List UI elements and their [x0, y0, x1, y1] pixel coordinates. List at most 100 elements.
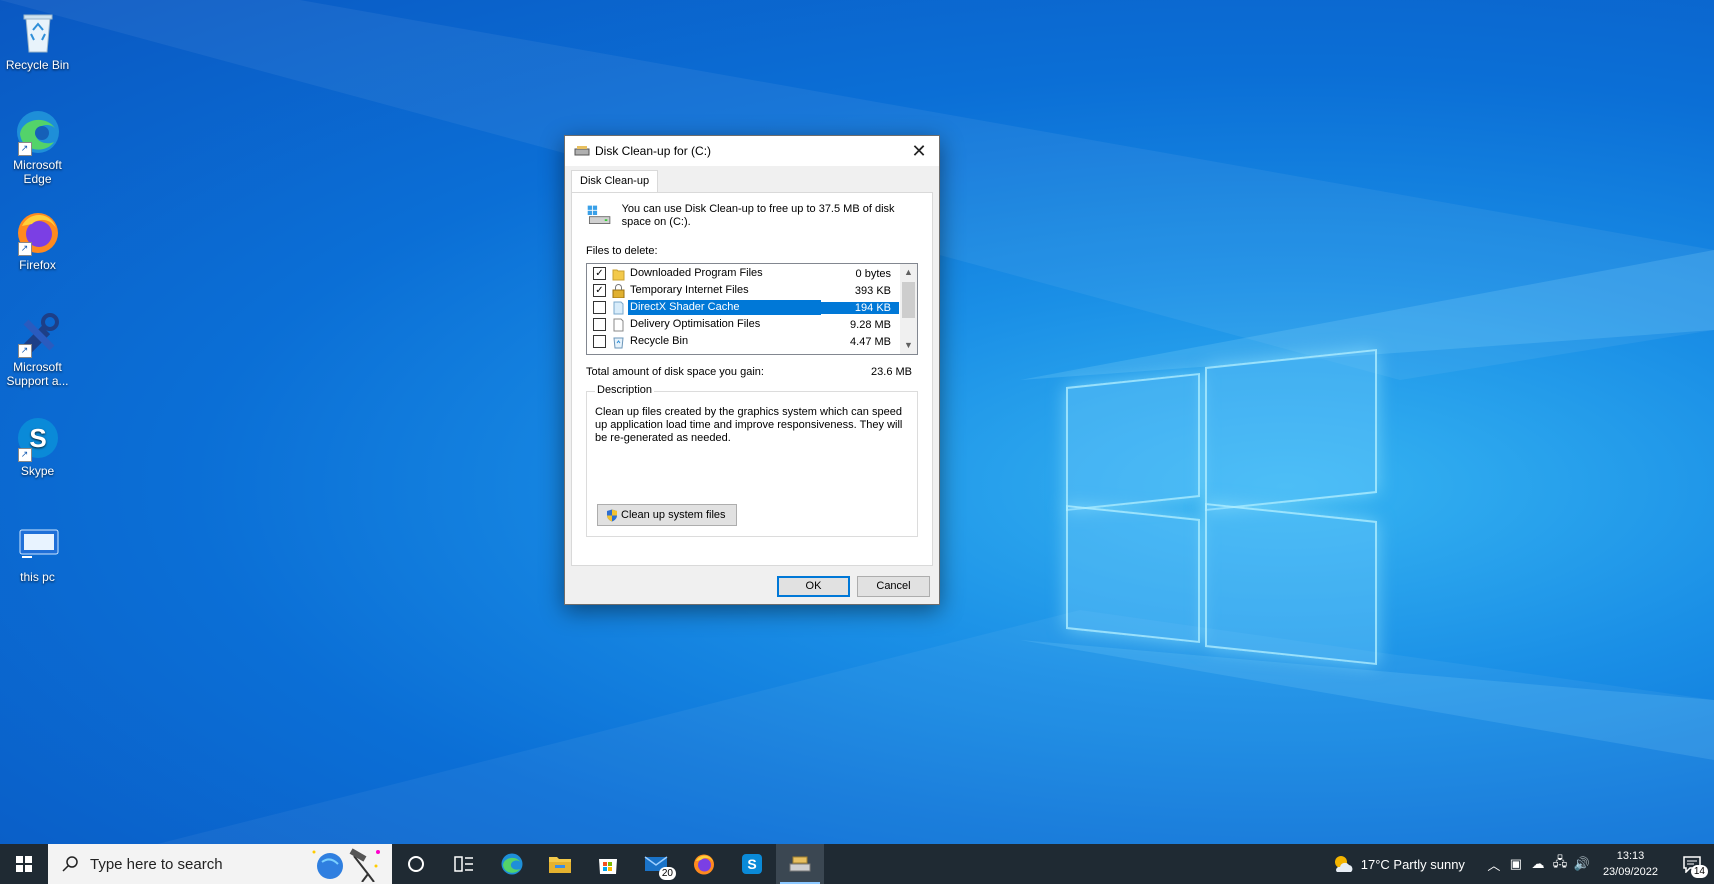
checkbox-checked[interactable]: ✓	[593, 284, 606, 297]
search-icon	[62, 856, 78, 872]
taskbar-file-explorer[interactable]	[536, 844, 584, 884]
scroll-up-icon[interactable]: ▲	[900, 264, 917, 281]
shortcut-arrow-icon: ↗	[17, 448, 32, 462]
checkbox-checked[interactable]: ✓	[593, 267, 606, 280]
shortcut-arrow-icon: ↗	[17, 142, 32, 156]
mail-badge: 20	[658, 867, 676, 880]
file-icon	[613, 301, 624, 314]
taskbar-microsoft-store[interactable]	[584, 844, 632, 884]
file-size: 9.28 MB	[850, 318, 891, 331]
show-hidden-icons-button[interactable]: ︿	[1483, 855, 1505, 874]
clock[interactable]: 13:13 23/09/2022	[1603, 848, 1658, 880]
clock-date: 23/09/2022	[1602, 866, 1658, 878]
file-name: Recycle Bin	[630, 335, 689, 347]
taskbar-edge[interactable]	[488, 844, 536, 884]
desktop-icon-label: Skype	[20, 464, 55, 478]
search-placeholder: Type here to search	[90, 855, 223, 873]
task-view-icon	[454, 856, 473, 872]
file-name: Downloaded Program Files	[630, 267, 763, 279]
drive-cleanup-icon	[587, 205, 611, 224]
disk-cleanup-icon	[574, 146, 590, 156]
volume-icon[interactable]: 🔊	[1571, 856, 1593, 872]
start-button[interactable]	[0, 844, 48, 884]
folder-icon	[612, 269, 625, 280]
desktop-icon-this-pc[interactable]: this pc	[0, 520, 75, 584]
files-list[interactable]: ✓ Downloaded Program Files 0 bytes ✓ Tem…	[586, 263, 918, 355]
desktop-icon-firefox[interactable]: ↗ Firefox	[0, 208, 75, 272]
file-size: 194 KB	[821, 301, 899, 314]
network-icon[interactable]: 🖧	[1549, 853, 1571, 875]
taskbar-search-box[interactable]: Type here to search	[48, 844, 392, 884]
recycle-bin-icon	[23, 14, 52, 53]
desktop-icon-edge[interactable]: ↗ Microsoft Edge	[0, 108, 75, 186]
folder-icon	[549, 857, 571, 873]
meet-now-icon[interactable]: ▣	[1505, 856, 1527, 872]
checkbox-unchecked[interactable]	[593, 318, 606, 331]
shortcut-arrow-icon: ↗	[17, 242, 32, 256]
task-view-button[interactable]	[440, 844, 488, 884]
desktop-icon-recycle-bin[interactable]: Recycle Bin	[0, 8, 75, 72]
firefox-icon	[694, 854, 714, 875]
file-name: Temporary Internet Files	[630, 284, 749, 296]
list-item-selected[interactable]: DirectX Shader Cache 194 KB	[587, 299, 899, 316]
dialog-titlebar[interactable]: Disk Clean-up for (C:) ✕	[565, 136, 939, 166]
tab-disk-cleanup[interactable]: Disk Clean-up	[571, 170, 659, 192]
list-item[interactable]: ✓ Downloaded Program Files 0 bytes	[587, 265, 899, 282]
tab-panel: You can use Disk Clean-up to free up to …	[571, 192, 933, 566]
clean-up-system-files-label: Clean up system files	[621, 509, 726, 521]
taskbar-firefox[interactable]	[680, 844, 728, 884]
scroll-down-icon[interactable]: ▼	[900, 337, 917, 354]
system-tray: 17°C Partly sunny ︿ ▣ ☁ 🖧 🔊 13:13 23/09/…	[1331, 844, 1714, 884]
file-name: DirectX Shader Cache	[627, 299, 822, 316]
total-space-row: Total amount of disk space you gain: 23.…	[586, 366, 916, 378]
description-group: Description Clean up files created by th…	[586, 384, 918, 537]
checkbox-unchecked[interactable]	[593, 335, 606, 348]
notifications-badge: 14	[1690, 865, 1708, 878]
close-button[interactable]: ✕	[899, 136, 939, 166]
file-size: 0 bytes	[855, 267, 891, 280]
weather-text: 17°C Partly sunny	[1360, 856, 1465, 872]
list-item[interactable]: ✓ Temporary Internet Files 393 KB	[587, 282, 899, 299]
recycle-bin-icon	[613, 337, 624, 348]
desktop-icon-microsoft-support[interactable]: ↗ Microsoft Support a...	[0, 310, 75, 388]
shortcut-arrow-icon: ↗	[17, 344, 32, 358]
desktop-icon-label: Firefox	[19, 258, 56, 272]
disk-cleanup-dialog: Disk Clean-up for (C:) ✕ Disk Clean-up Y…	[564, 135, 940, 605]
store-icon	[599, 859, 617, 874]
total-value: 23.6 MB	[871, 366, 912, 378]
taskbar: Type here to search 20 S 17°C Partly sun…	[0, 844, 1714, 884]
ok-button[interactable]: OK	[777, 576, 850, 597]
close-icon: ✕	[911, 140, 927, 161]
checkbox-unchecked[interactable]	[593, 301, 606, 314]
cortana-button[interactable]	[392, 844, 440, 884]
chevron-up-icon: ︿	[1487, 857, 1501, 873]
svg-text:S: S	[747, 856, 756, 872]
desktop-icon-label: Recycle Bin	[5, 58, 70, 72]
windows-icon	[16, 856, 32, 872]
desktop-icon-label: Microsoft Edge	[13, 158, 62, 186]
list-item[interactable]: Delivery Optimisation Files 9.28 MB	[587, 316, 899, 333]
clean-up-system-files-button[interactable]: Clean up system files	[597, 504, 737, 526]
skype-icon: S	[742, 854, 762, 874]
desktop-icon-label: Microsoft Support a...	[6, 360, 69, 388]
desktop-icon-label: this pc	[20, 570, 55, 584]
weather-widget[interactable]: 17°C Partly sunny	[1331, 854, 1465, 874]
onedrive-icon[interactable]: ☁	[1527, 856, 1549, 872]
clock-time: 13:13	[1616, 850, 1645, 862]
search-highlight-illustration	[312, 848, 380, 882]
total-label: Total amount of disk space you gain:	[586, 366, 764, 378]
lock-icon	[612, 283, 625, 298]
intro-text: You can use Disk Clean-up to free up to …	[621, 203, 895, 228]
desktop-icon-skype[interactable]: S ↗ Skype	[0, 414, 75, 478]
cancel-button[interactable]: Cancel	[857, 576, 930, 597]
action-center-button[interactable]: 14	[1670, 844, 1714, 884]
taskbar-mail[interactable]: 20	[632, 844, 680, 884]
file-icon	[613, 318, 624, 331]
list-scrollbar[interactable]: ▲ ▼	[900, 264, 917, 354]
taskbar-disk-cleanup[interactable]	[776, 844, 824, 884]
scroll-thumb[interactable]	[902, 282, 915, 318]
list-item[interactable]: Recycle Bin 4.47 MB	[587, 333, 899, 350]
windows-logo-wallpaper	[1060, 340, 1400, 670]
partly-sunny-icon	[1334, 856, 1353, 872]
taskbar-skype[interactable]: S	[728, 844, 776, 884]
